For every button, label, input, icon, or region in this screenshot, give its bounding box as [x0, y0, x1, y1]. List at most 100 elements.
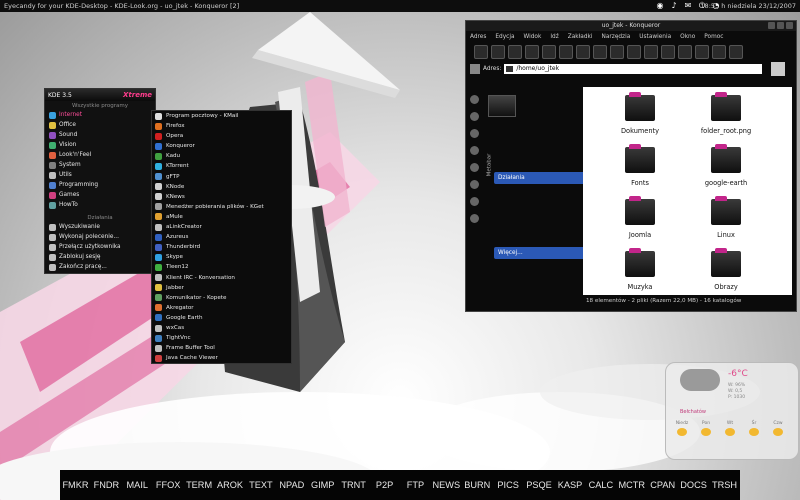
dock-item[interactable]: MAIL — [122, 480, 153, 490]
dock-item[interactable]: TRSH — [709, 480, 740, 490]
submenu-item[interactable]: Frame Buffer Tool — [152, 343, 291, 353]
menu-6[interactable]: Ustawienia — [639, 31, 671, 43]
tree-view-icon[interactable] — [712, 45, 726, 59]
forward-icon[interactable] — [491, 45, 505, 59]
dock-item[interactable]: FTP — [400, 480, 431, 490]
submenu-item[interactable]: TightVnc — [152, 333, 291, 343]
weather-widget[interactable]: -6°C W: 96% W: 0,5 P: 1030 Bełchatów Nie… — [665, 362, 799, 460]
submenu-item[interactable]: Jabber — [152, 283, 291, 293]
submenu-item[interactable]: KTorrent — [152, 161, 291, 171]
submenu-item[interactable]: Kadu — [152, 151, 291, 161]
stop-icon[interactable] — [559, 45, 573, 59]
dock-item[interactable]: TEXT — [245, 480, 276, 490]
menu-action[interactable]: Zablokuj sesję — [45, 252, 155, 262]
zoom-out-icon[interactable] — [661, 45, 675, 59]
services-icon[interactable] — [469, 180, 479, 189]
maximize-icon[interactable] — [777, 22, 784, 29]
menu-4[interactable]: Zakładki — [568, 31, 593, 43]
file-item[interactable]: folder_root.png — [681, 92, 771, 135]
submenu-item[interactable]: Azureus — [152, 232, 291, 242]
submenu-item[interactable]: Konqueror — [152, 141, 291, 151]
submenu-item[interactable]: aLinkCreator — [152, 222, 291, 232]
file-item[interactable]: Obrazy — [681, 248, 771, 291]
icon-view-icon[interactable] — [678, 45, 692, 59]
back-icon[interactable] — [474, 45, 488, 59]
network-icon[interactable]: ◉ — [655, 1, 665, 11]
file-item[interactable]: google-earth — [681, 144, 771, 187]
submenu-item[interactable]: Tleen12 — [152, 262, 291, 272]
menu-action[interactable]: Wykonaj polecenie... — [45, 232, 155, 242]
submenu-item[interactable]: gFTP — [152, 172, 291, 182]
location-input[interactable]: /home/uo_jtek — [504, 64, 763, 74]
menu-5[interactable]: Narzędzia — [602, 31, 631, 43]
menu-category[interactable]: Games — [45, 190, 155, 200]
dock-item[interactable]: P2P — [369, 480, 400, 490]
submenu-item[interactable]: Firefox — [152, 121, 291, 131]
volume-icon[interactable]: ♪ — [669, 1, 679, 11]
menu-category[interactable]: Vision — [45, 140, 155, 150]
network-folder-icon[interactable] — [469, 129, 479, 138]
menu-category[interactable]: Look'n'Feel — [45, 150, 155, 160]
menu-3[interactable]: Idź — [550, 31, 558, 43]
submenu-item[interactable]: Akregator — [152, 303, 291, 313]
clock[interactable]: 18:55 h niedziela 23/12/2007 — [700, 0, 796, 12]
dock-item[interactable]: GIMP — [307, 480, 338, 490]
dock-item[interactable]: PSQE — [524, 480, 555, 490]
submenu-item[interactable]: wxCas — [152, 323, 291, 333]
dock-item[interactable]: CPAN — [647, 480, 678, 490]
menu-category[interactable]: Programming — [45, 180, 155, 190]
submenu-item[interactable]: Opera — [152, 131, 291, 141]
menu-category[interactable]: Office — [45, 120, 155, 130]
metabar-actions[interactable]: Działania — [494, 172, 594, 184]
submenu-item[interactable]: Skype — [152, 252, 291, 262]
window-titlebar[interactable]: uo_jtek - Konqueror — [466, 21, 796, 31]
file-item[interactable]: Muzyka — [595, 248, 685, 291]
info-view-icon[interactable] — [729, 45, 743, 59]
minimize-icon[interactable] — [768, 22, 775, 29]
menu-action[interactable]: Przełącz użytkownika — [45, 242, 155, 252]
metabar-more[interactable]: Więcej... — [494, 247, 594, 259]
root-folder-icon[interactable] — [469, 146, 479, 155]
clear-location-icon[interactable] — [470, 64, 480, 74]
up-icon[interactable] — [508, 45, 522, 59]
home-folder-icon[interactable] — [469, 163, 479, 172]
dock-item[interactable]: NEWS — [431, 480, 462, 490]
home-icon[interactable] — [525, 45, 539, 59]
file-item[interactable]: Dokumenty — [595, 92, 685, 135]
file-item[interactable]: Linux — [681, 196, 771, 239]
file-item[interactable]: Fonts — [595, 144, 685, 187]
menu-action[interactable]: Wyszukiwanie — [45, 222, 155, 232]
dock-item[interactable]: TRNT — [338, 480, 369, 490]
detail-view-icon[interactable] — [695, 45, 709, 59]
menu-category[interactable]: Internet — [45, 110, 155, 120]
dock-item[interactable]: CALC — [585, 480, 616, 490]
close-icon[interactable] — [786, 22, 793, 29]
cut-icon[interactable] — [576, 45, 590, 59]
bookmarks-icon[interactable] — [469, 112, 479, 121]
metabar-label[interactable]: Metabar — [486, 154, 492, 177]
paste-icon[interactable] — [610, 45, 624, 59]
menu-8[interactable]: Pomoc — [704, 31, 723, 43]
submenu-item[interactable]: Komunikator - Kopete — [152, 293, 291, 303]
submenu-item[interactable]: Thunderbird — [152, 242, 291, 252]
menu-category[interactable]: HowTo — [45, 200, 155, 210]
print-icon[interactable] — [627, 45, 641, 59]
mail-icon[interactable]: ✉ — [683, 1, 693, 11]
submenu-item[interactable]: Klient IRC - Konversation — [152, 273, 291, 283]
history-icon[interactable] — [469, 95, 479, 104]
dock-item[interactable]: FMKR — [60, 480, 91, 490]
submenu-item[interactable]: KNews — [152, 192, 291, 202]
menu-1[interactable]: Edycja — [495, 31, 514, 43]
submenu-item[interactable]: Menedżer pobierania plików - KGet — [152, 202, 291, 212]
menu-category[interactable]: System — [45, 160, 155, 170]
menu-0[interactable]: Adres — [470, 31, 486, 43]
submenu-item[interactable]: aMule — [152, 212, 291, 222]
active-window-title[interactable]: Eyecandy for your KDE-Desktop - KDE-Look… — [4, 0, 239, 12]
reload-icon[interactable] — [542, 45, 556, 59]
dock-item[interactable]: NPAD — [276, 480, 307, 490]
dock-item[interactable]: KASP — [555, 480, 586, 490]
menu-2[interactable]: Widok — [524, 31, 542, 43]
dock-item[interactable]: AROK — [215, 480, 246, 490]
dock-item[interactable]: FNDR — [91, 480, 122, 490]
dock-item[interactable]: PICS — [493, 480, 524, 490]
